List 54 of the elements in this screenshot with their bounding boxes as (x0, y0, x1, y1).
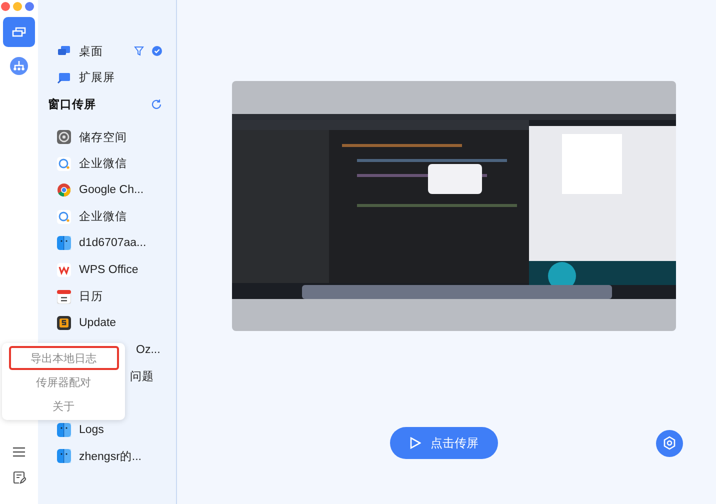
window-label: 储存空间 (79, 130, 128, 145)
window-item[interactable]: Google Ch... (48, 176, 176, 204)
refresh-icon[interactable] (151, 98, 162, 110)
finder-icon (57, 236, 71, 250)
window-item[interactable]: 企业微信 (48, 204, 176, 230)
monitor-icon (57, 70, 71, 85)
window-label: 企业微信 (79, 210, 128, 224)
cast-button[interactable]: 点击传屏 (390, 427, 498, 459)
screens-icon (12, 27, 26, 37)
menu-item[interactable]: 导出本地日志 (8, 346, 118, 370)
menu-icon[interactable] (13, 447, 25, 457)
window-label: Oz... (136, 344, 162, 356)
window-label: zhengsr的... (79, 450, 142, 464)
note-edit-icon[interactable] (12, 471, 26, 484)
window-item[interactable]: 储存空间 (48, 124, 176, 150)
source-label: 桌面 (79, 44, 104, 59)
finder-icon (57, 449, 71, 464)
window-label: 问题 (130, 370, 155, 384)
source-label: 扩展屏 (79, 70, 116, 86)
source-item[interactable]: 桌面 (48, 38, 176, 65)
app-icon (57, 316, 71, 330)
window-item[interactable]: Logs (48, 416, 176, 443)
window-label: Logs (79, 424, 105, 436)
window-label: Google Ch... (79, 184, 145, 196)
browser-icon (57, 183, 71, 198)
close-button[interactable] (1, 2, 10, 11)
window-label: 日历 (79, 290, 104, 304)
section-title: 窗口传屏 (48, 97, 96, 112)
settings-button[interactable] (656, 430, 683, 456)
menu-item[interactable]: 关于 (8, 394, 118, 418)
window-item[interactable]: zhengsr的... (48, 442, 176, 470)
window-label: d1d6707aa... (79, 237, 148, 250)
chat-bubble-icon (57, 210, 71, 224)
zoom-button[interactable] (25, 2, 34, 11)
network-icon (10, 57, 28, 75)
window-label: Update (79, 317, 118, 330)
calendar-icon (57, 290, 71, 304)
window-label: WPS Office (79, 264, 140, 276)
window-item[interactable]: d1d6707aa... (48, 230, 176, 257)
nav-button[interactable] (3, 17, 35, 47)
window-label: 企业微信 (79, 156, 128, 172)
wps-icon (57, 263, 71, 278)
chat-bubble-icon (57, 156, 71, 171)
menu-item[interactable]: 传屏器配对 (8, 370, 118, 394)
window-item[interactable]: Update (48, 310, 176, 337)
finder-icon (57, 422, 71, 437)
window-item[interactable]: 日历 (48, 283, 176, 310)
window-item[interactable]: WPS Office (48, 256, 176, 284)
settings-icon (663, 436, 676, 450)
window-item[interactable]: 企业微信 (48, 150, 176, 177)
gear-icon (57, 130, 71, 144)
filter-icon[interactable] (134, 46, 144, 56)
play-icon (410, 437, 420, 449)
source-item[interactable]: 扩展屏 (48, 64, 176, 92)
